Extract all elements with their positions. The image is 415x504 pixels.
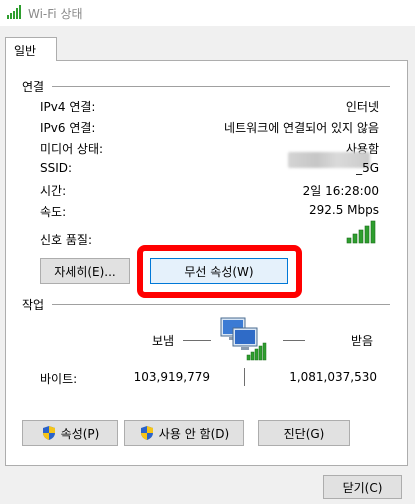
received-line [283, 340, 305, 341]
ssid-value: _5G [356, 161, 379, 175]
properties-button[interactable]: 속성(P) [22, 420, 118, 446]
sent-line [183, 340, 211, 341]
activity-divider [52, 304, 390, 305]
wireless-properties-button[interactable]: 무선 속성(W) [150, 258, 288, 284]
uac-shield-icon [42, 426, 55, 440]
sent-label: 보냄 [152, 334, 175, 348]
tab-general[interactable]: 일반 [5, 37, 57, 61]
properties-button-label: 속성(P) [60, 426, 100, 441]
close-button[interactable]: 닫기(C) [323, 475, 402, 499]
activity-heading: 작업 [22, 298, 45, 312]
details-button-label: 자세히(E)... [54, 264, 116, 279]
diagnose-button[interactable]: 진단(G) [258, 420, 350, 446]
uac-shield-icon [140, 426, 153, 440]
bytes-label: 바이트: [40, 372, 78, 386]
connection-heading: 연결 [22, 80, 45, 94]
speed-label: 속도: [40, 205, 67, 219]
disable-button[interactable]: 사용 안 함(D) [124, 420, 244, 446]
close-button-label: 닫기(C) [342, 480, 383, 495]
ipv4-value: 인터넷 [345, 100, 379, 114]
title-bar: Wi-Fi 상태 [0, 0, 415, 26]
wifi-signal-icon [7, 5, 21, 19]
details-button[interactable]: 자세히(E)... [40, 258, 130, 284]
wireless-properties-button-label: 무선 속성(W) [184, 264, 254, 279]
connection-divider [52, 86, 390, 87]
signal-bars-icon [346, 220, 376, 244]
diagnose-button-label: 진단(G) [283, 426, 325, 441]
speed-value: 292.5 Mbps [308, 203, 379, 217]
bytes-divider [244, 368, 245, 386]
received-label: 받음 [351, 334, 374, 348]
window-title: Wi-Fi 상태 [28, 7, 83, 21]
tab-general-label: 일반 [14, 44, 37, 58]
ssid-label: SSID: [40, 161, 73, 175]
duration-label: 시간: [40, 184, 67, 198]
disable-button-label: 사용 안 함(D) [158, 426, 230, 441]
ipv6-value: 네트워크에 연결되어 있지 않음 [224, 121, 379, 135]
ipv4-label: IPv4 연결: [40, 100, 96, 114]
media-state-label: 미디어 상태: [40, 142, 104, 156]
signal-quality-label: 신호 품질: [40, 233, 93, 247]
bytes-received-value: 1,081,037,530 [289, 370, 377, 384]
duration-value: 2일 16:28:00 [302, 184, 379, 198]
network-computers-icon [220, 317, 267, 361]
ipv6-label: IPv6 연결: [40, 121, 96, 135]
bytes-sent-value: 103,919,779 [133, 370, 210, 384]
